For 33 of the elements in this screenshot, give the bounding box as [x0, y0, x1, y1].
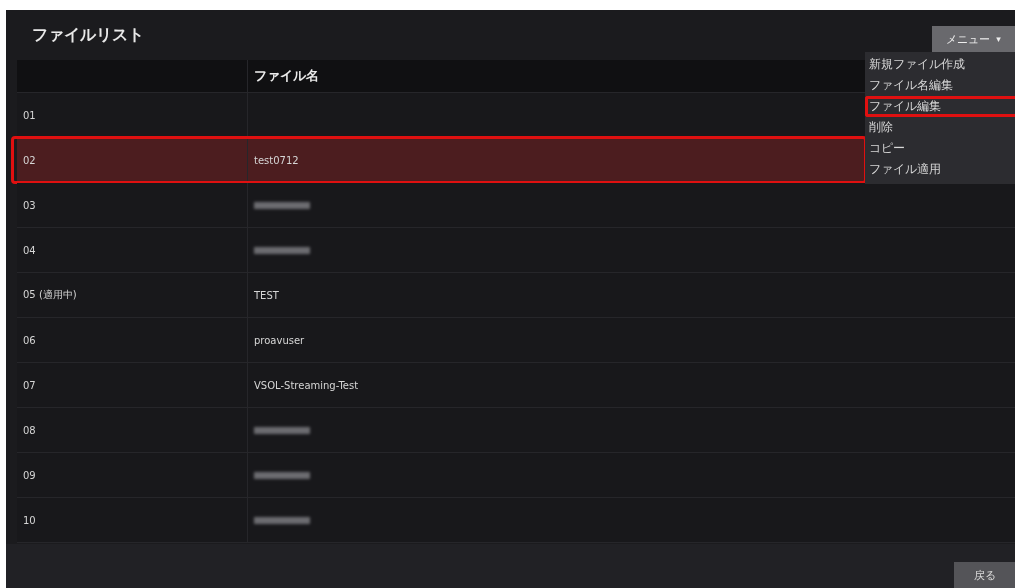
column-header: ファイル名 [254, 67, 319, 85]
table-row[interactable]: 07 VSOL-Streaming-Test [17, 363, 1015, 408]
row-number: 10 [23, 514, 36, 526]
row-number: 04 [23, 244, 36, 256]
table-row[interactable]: 04 [17, 228, 1015, 273]
page-title: ファイルリスト [32, 24, 144, 46]
row-number: 07 [23, 379, 36, 391]
file-name: test0712 [254, 154, 299, 166]
row-number: 08 [23, 424, 36, 436]
table-row[interactable]: 06 proavuser [17, 318, 1015, 363]
table-row[interactable]: 09 [17, 453, 1015, 498]
file-name: TEST [254, 289, 279, 301]
menu-item[interactable]: コピー [865, 138, 1015, 159]
menu-item[interactable]: 削除 [865, 117, 1015, 138]
back-button[interactable]: 戻る [954, 562, 1015, 588]
menu-item[interactable]: 新規ファイル作成 [865, 54, 1015, 75]
row-number: 02 [23, 154, 36, 166]
file-name: VSOL-Streaming-Test [254, 379, 359, 391]
menu-item[interactable]: ファイル編集 [865, 96, 1015, 117]
table-row[interactable]: 10 [17, 498, 1015, 543]
menu-item[interactable]: ファイル名編集 [865, 75, 1015, 96]
table-row[interactable]: 05 (適用中) TEST [17, 273, 1015, 318]
row-number: 03 [23, 199, 36, 211]
menu-button[interactable]: メニュー ▾ [932, 26, 1015, 52]
row-number: 09 [23, 469, 36, 481]
table-row[interactable]: 03 [17, 183, 1015, 228]
menu-item[interactable]: ファイル適用 [865, 159, 1015, 180]
row-number: 05 (適用中) [23, 288, 77, 302]
row-number: 01 [23, 109, 36, 121]
caret-icon: ▾ [996, 34, 1001, 44]
table-row[interactable]: 08 [17, 408, 1015, 453]
file-name: proavuser [254, 334, 305, 346]
row-number: 06 [23, 334, 36, 346]
